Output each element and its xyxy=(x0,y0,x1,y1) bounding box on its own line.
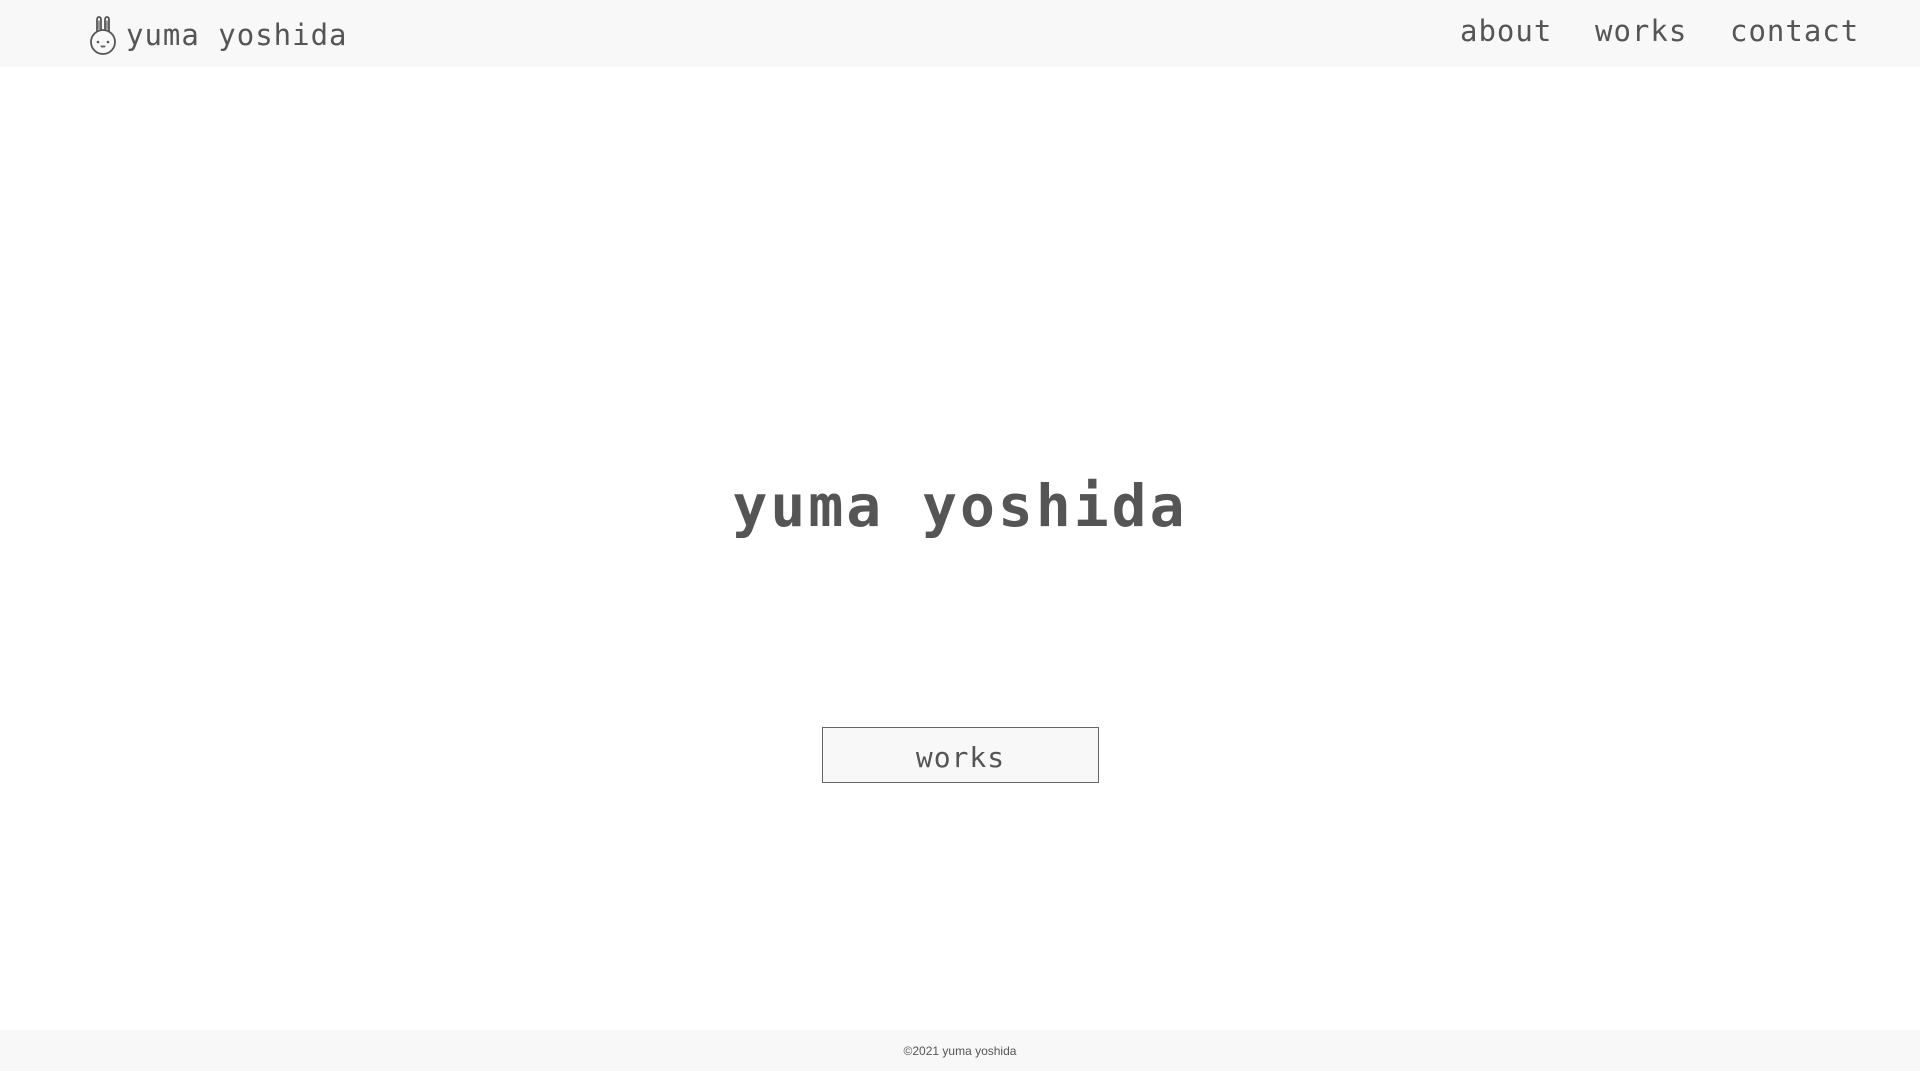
hero-title: yuma yoshida xyxy=(732,472,1188,540)
works-button[interactable]: works xyxy=(822,727,1099,783)
site-footer: ©2021 yuma yoshida xyxy=(0,1030,1920,1071)
rabbit-icon xyxy=(90,16,116,55)
brand-home-link[interactable]: yuma yoshida xyxy=(88,14,348,56)
brand-name: yuma yoshida xyxy=(126,17,348,52)
nav-link-about[interactable]: about xyxy=(1460,17,1552,46)
site-header: yuma yoshida about works contact xyxy=(0,0,1920,67)
nav-link-works[interactable]: works xyxy=(1595,17,1687,46)
nav-link-contact[interactable]: contact xyxy=(1730,17,1859,46)
copyright-text: ©2021 yuma yoshida xyxy=(903,1043,1017,1058)
